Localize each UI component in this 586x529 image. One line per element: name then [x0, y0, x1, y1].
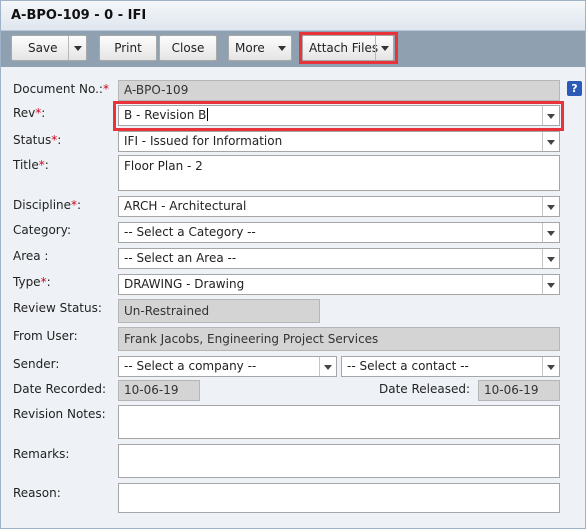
sender-company-select[interactable]: -- Select a company --: [118, 356, 337, 377]
title-label: Title*:: [13, 158, 49, 172]
window-title: A-BPO-109 - 0 - IFI: [1, 1, 585, 31]
discipline-label: Discipline*:: [13, 198, 82, 212]
type-value: DRAWING - Drawing: [124, 277, 245, 291]
category-label: Category:: [13, 223, 71, 237]
attach-files-dropdown-icon[interactable]: [375, 36, 393, 60]
document-no-label: Document No.:*: [13, 82, 109, 96]
print-button[interactable]: Print: [99, 35, 157, 61]
more-button-label: More: [235, 41, 265, 55]
close-button[interactable]: Close: [159, 35, 217, 61]
area-dropdown-icon[interactable]: [542, 249, 559, 268]
document-no-field: A-BPO-109: [118, 80, 560, 101]
review-status-field: Un-Restrained: [118, 299, 320, 323]
document-form: Document No.:* A-BPO-109 Rev*: B - Revis…: [1, 67, 585, 528]
area-select[interactable]: -- Select an Area --: [118, 248, 560, 269]
reason-label: Reason:: [13, 486, 61, 500]
save-button-label: Save: [28, 41, 58, 55]
category-value: -- Select a Category --: [124, 225, 256, 239]
close-button-label: Close: [171, 41, 205, 55]
rev-select[interactable]: B - Revision B: [118, 105, 560, 126]
text-cursor: [207, 108, 209, 121]
sender-company-dropdown-icon[interactable]: [319, 357, 336, 376]
date-released-field: 10-06-19: [478, 380, 560, 401]
date-released-label: Date Released:: [379, 382, 471, 396]
revision-notes-input[interactable]: [118, 405, 560, 439]
revision-notes-label: Revision Notes:: [13, 407, 106, 421]
date-recorded-label: Date Recorded:: [13, 382, 106, 396]
rev-value: B - Revision B: [124, 108, 207, 122]
discipline-dropdown-icon[interactable]: [542, 197, 559, 216]
status-dropdown-icon[interactable]: [542, 132, 559, 151]
status-select[interactable]: IFI - Issued for Information: [118, 131, 560, 152]
save-dropdown-icon[interactable]: [68, 36, 86, 60]
discipline-select[interactable]: ARCH - Architectural: [118, 196, 560, 217]
toolbar: Save Print Close More Attach Files: [1, 31, 585, 67]
remarks-input[interactable]: [118, 444, 560, 478]
more-button[interactable]: More: [228, 35, 292, 61]
type-select[interactable]: DRAWING - Drawing: [118, 274, 560, 295]
rev-dropdown-icon[interactable]: [542, 106, 559, 125]
area-label: Area :: [13, 249, 49, 263]
attach-files-button[interactable]: Attach Files: [302, 35, 394, 61]
type-label: Type*:: [13, 275, 51, 289]
remarks-label: Remarks:: [13, 447, 70, 461]
status-label: Status*:: [13, 133, 62, 147]
save-button[interactable]: Save: [11, 35, 87, 61]
review-status-label: Review Status:: [13, 301, 102, 315]
attach-files-label: Attach Files: [309, 41, 379, 55]
document-window: A-BPO-109 - 0 - IFI Save Print Close Mor…: [0, 0, 586, 529]
from-user-label: From User:: [13, 329, 78, 343]
sender-contact-value: -- Select a contact --: [347, 359, 469, 373]
category-select[interactable]: -- Select a Category --: [118, 222, 560, 243]
title-input[interactable]: Floor Plan - 2: [118, 155, 560, 191]
category-dropdown-icon[interactable]: [542, 223, 559, 242]
reason-input[interactable]: [118, 483, 560, 513]
area-value: -- Select an Area --: [124, 251, 237, 265]
more-dropdown-icon[interactable]: [273, 36, 291, 60]
help-icon[interactable]: ?: [567, 81, 582, 96]
print-button-label: Print: [114, 41, 142, 55]
sender-label: Sender:: [13, 357, 60, 371]
rev-label: Rev*:: [13, 106, 46, 120]
sender-company-value: -- Select a company --: [124, 359, 257, 373]
status-value: IFI - Issued for Information: [124, 134, 283, 148]
type-dropdown-icon[interactable]: [542, 275, 559, 294]
discipline-value: ARCH - Architectural: [124, 199, 247, 213]
from-user-field: Frank Jacobs, Engineering Project Servic…: [118, 327, 560, 351]
sender-contact-select[interactable]: -- Select a contact --: [341, 356, 560, 377]
sender-contact-dropdown-icon[interactable]: [542, 357, 559, 376]
date-recorded-field: 10-06-19: [118, 380, 200, 401]
